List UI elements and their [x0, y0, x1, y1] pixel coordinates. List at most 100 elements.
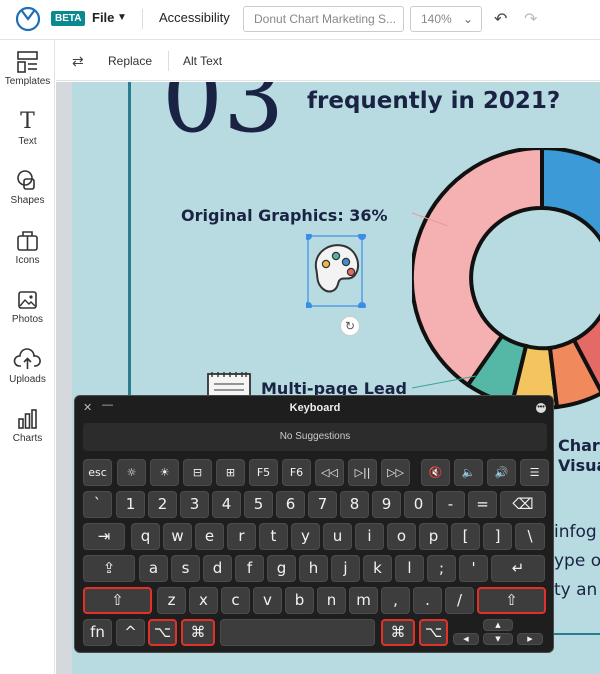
1-key[interactable]: 1	[116, 491, 145, 518]
a-key[interactable]: a	[139, 555, 168, 582]
x-key[interactable]: x	[189, 587, 218, 614]
u-key[interactable]: u	[323, 523, 352, 550]
slash-key[interactable]: /	[445, 587, 474, 614]
f5-key[interactable]: F5	[249, 459, 278, 486]
brightness-up-key[interactable]: ☀	[150, 459, 179, 486]
m-key[interactable]: m	[349, 587, 378, 614]
j-key[interactable]: j	[331, 555, 360, 582]
chevron-down-icon[interactable]: ▼	[117, 12, 127, 23]
up-arrow-key[interactable]: ▲	[483, 619, 513, 631]
mute-key[interactable]: 🔇	[421, 459, 450, 486]
right-option-key[interactable]: ⌥	[419, 619, 448, 646]
caps-lock-key[interactable]: ⇪	[83, 555, 135, 582]
control-key[interactable]: ^	[116, 619, 145, 646]
backslash-key[interactable]: \	[515, 523, 545, 550]
fast-forward-key[interactable]: ▷▷	[381, 459, 410, 486]
play-pause-key[interactable]: ▷||	[348, 459, 377, 486]
v-key[interactable]: v	[253, 587, 282, 614]
d-key[interactable]: d	[203, 555, 232, 582]
replace-button[interactable]: Replace	[108, 54, 152, 68]
question-heading[interactable]: frequently in 2021?	[307, 88, 560, 114]
rewind-key[interactable]: ◁◁	[315, 459, 344, 486]
comma-key[interactable]: ,	[381, 587, 410, 614]
quote-key[interactable]: '	[459, 555, 488, 582]
redo-icon[interactable]: ↷	[524, 9, 537, 29]
f6-key[interactable]: F6	[282, 459, 311, 486]
period-key[interactable]: .	[413, 587, 442, 614]
launchpad-key[interactable]: ⊞	[216, 459, 245, 486]
4-key[interactable]: 4	[212, 491, 241, 518]
left-arrow-key[interactable]: ◀	[453, 633, 479, 645]
fn-key[interactable]: fn	[83, 619, 112, 646]
document-title-input[interactable]: Donut Chart Marketing S...	[243, 6, 404, 32]
y-key[interactable]: y	[291, 523, 320, 550]
i-key[interactable]: i	[355, 523, 384, 550]
tab-key[interactable]: ⇥	[83, 523, 125, 550]
n-key[interactable]: n	[317, 587, 346, 614]
sidebar-item-photos[interactable]: Photos	[0, 288, 55, 325]
app-logo-icon[interactable]	[14, 5, 42, 33]
sidebar-item-uploads[interactable]: Uploads	[0, 348, 55, 385]
esc-key[interactable]: esc	[83, 459, 112, 486]
c-key[interactable]: c	[221, 587, 250, 614]
f-key[interactable]: f	[235, 555, 264, 582]
sidebar-item-icons[interactable]: Icons	[0, 229, 55, 266]
minus-key[interactable]: -	[436, 491, 465, 518]
file-menu[interactable]: File	[92, 10, 114, 25]
right-bracket-key[interactable]: ]	[483, 523, 512, 550]
palette-icon[interactable]	[306, 234, 366, 308]
z-key[interactable]: z	[157, 587, 186, 614]
menu-key[interactable]: ☰	[520, 459, 549, 486]
0-key[interactable]: 0	[404, 491, 433, 518]
brightness-down-key[interactable]: ☼	[117, 459, 146, 486]
e-key[interactable]: e	[195, 523, 224, 550]
return-key[interactable]: ↵	[491, 555, 545, 582]
s-key[interactable]: s	[171, 555, 200, 582]
q-key[interactable]: q	[131, 523, 160, 550]
p-key[interactable]: p	[419, 523, 448, 550]
semicolon-key[interactable]: ;	[427, 555, 456, 582]
t-key[interactable]: t	[259, 523, 288, 550]
right-arrow-key[interactable]: ▶	[517, 633, 543, 645]
swap-icon[interactable]: ⇄	[72, 53, 84, 70]
accessibility-button[interactable]: Accessibility	[159, 10, 230, 25]
section-number[interactable]: 03	[162, 82, 284, 154]
9-key[interactable]: 9	[372, 491, 401, 518]
k-key[interactable]: k	[363, 555, 392, 582]
delete-key[interactable]: ⌫	[500, 491, 546, 518]
rotate-handle-icon[interactable]: ↻	[340, 316, 360, 336]
g-key[interactable]: g	[267, 555, 296, 582]
down-arrow-key[interactable]: ▼	[483, 633, 513, 645]
sidebar-item-text[interactable]: T Text	[0, 110, 55, 148]
5-key[interactable]: 5	[244, 491, 273, 518]
h-key[interactable]: h	[299, 555, 328, 582]
left-shift-key[interactable]: ⇧	[83, 587, 152, 614]
3-key[interactable]: 3	[180, 491, 209, 518]
r-key[interactable]: r	[227, 523, 256, 550]
sidebar-item-charts[interactable]: Charts	[0, 407, 55, 444]
8-key[interactable]: 8	[340, 491, 369, 518]
o-key[interactable]: o	[387, 523, 416, 550]
2-key[interactable]: 2	[148, 491, 177, 518]
alt-text-button[interactable]: Alt Text	[183, 54, 222, 68]
donut-segment-blue[interactable]	[540, 148, 600, 278]
sidebar-item-shapes[interactable]: Shapes	[0, 169, 55, 206]
volume-down-key[interactable]: 🔈	[454, 459, 483, 486]
zoom-select[interactable]: 140% ⌄	[410, 6, 482, 32]
7-key[interactable]: 7	[308, 491, 337, 518]
keyboard-viewer-window[interactable]: ✕ — Keyboard ••• No Suggestions esc ☼ ☀ ⊟ ⊞ F…	[74, 395, 554, 653]
volume-up-key[interactable]: 🔊	[487, 459, 516, 486]
body-paragraph[interactable]: infog ype o ty an	[554, 518, 600, 605]
backtick-key[interactable]: `	[83, 491, 112, 518]
right-command-key[interactable]: ⌘	[381, 619, 415, 646]
6-key[interactable]: 6	[276, 491, 305, 518]
right-shift-key[interactable]: ⇧	[477, 587, 546, 614]
options-icon[interactable]: •••	[536, 403, 546, 413]
left-option-key[interactable]: ⌥	[148, 619, 177, 646]
undo-icon[interactable]: ↶	[494, 9, 507, 29]
space-key[interactable]	[220, 619, 375, 646]
b-key[interactable]: b	[285, 587, 314, 614]
original-graphics-label[interactable]: Original Graphics: 36%	[181, 206, 388, 225]
sidebar-item-templates[interactable]: Templates	[0, 50, 55, 87]
w-key[interactable]: w	[163, 523, 192, 550]
